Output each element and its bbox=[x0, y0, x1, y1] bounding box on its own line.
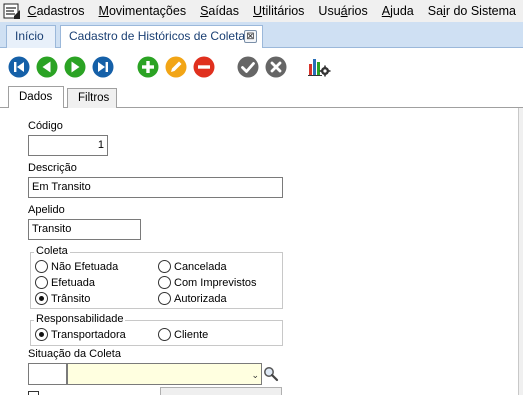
minus-icon bbox=[193, 56, 215, 78]
edit-button[interactable] bbox=[165, 56, 187, 78]
radio-autorizada[interactable]: Autorizada bbox=[158, 292, 227, 305]
confirm-button[interactable] bbox=[237, 56, 259, 78]
apelido-field[interactable]: Transito bbox=[28, 219, 141, 240]
radio-dot bbox=[158, 292, 171, 305]
menu-sair-do-sistema[interactable]: Sair do Sistema bbox=[421, 0, 523, 22]
form-panel: Código 1 Descrição Em Transito Apelido T… bbox=[0, 108, 519, 395]
add-button[interactable] bbox=[137, 56, 159, 78]
menu-usuarios[interactable]: Usuários bbox=[311, 0, 374, 22]
skip-back-icon bbox=[8, 56, 30, 78]
document-tab-strip: Início Cadastro de Históricos de Coletas… bbox=[0, 22, 523, 48]
radio-dot bbox=[158, 260, 171, 273]
tab-filtros[interactable]: Filtros bbox=[67, 88, 117, 108]
chart-gear-icon bbox=[308, 59, 331, 77]
situacao-combo[interactable]: ⌄ bbox=[67, 363, 262, 385]
cancel-button[interactable] bbox=[265, 56, 287, 78]
responsabilidade-group-title: Responsabilidade bbox=[34, 313, 126, 325]
first-record-button[interactable] bbox=[8, 56, 30, 78]
radio-transportadora[interactable]: Transportadora bbox=[35, 328, 126, 341]
radio-dot bbox=[158, 328, 171, 341]
x-icon bbox=[265, 56, 287, 78]
radio-dot-selected bbox=[35, 292, 48, 305]
search-icon[interactable] bbox=[263, 366, 279, 382]
menu-cadastros[interactable]: Cadastros bbox=[21, 0, 92, 22]
previous-record-button[interactable] bbox=[36, 56, 58, 78]
partial-button[interactable] bbox=[160, 387, 282, 395]
radio-cliente[interactable]: Cliente bbox=[158, 328, 208, 341]
descricao-label: Descrição bbox=[28, 162, 77, 174]
tab-cadastro-label: Cadastro de Históricos de Coletas bbox=[69, 29, 252, 43]
play-forward-icon bbox=[64, 56, 86, 78]
menu-bar: Cadastros Movimentações Saídas Utilitári… bbox=[0, 0, 523, 22]
play-back-icon bbox=[36, 56, 58, 78]
situacao-code-field[interactable] bbox=[28, 363, 67, 385]
pencil-icon bbox=[165, 56, 187, 78]
check-icon bbox=[237, 56, 259, 78]
chevron-down-icon[interactable]: ⌄ bbox=[251, 370, 259, 381]
tab-cadastro-historicos-coletas[interactable]: Cadastro de Históricos de Coletas ⊠ bbox=[60, 25, 263, 48]
coleta-group-title: Coleta bbox=[34, 245, 70, 257]
situacao-label: Situação da Coleta bbox=[28, 348, 121, 360]
tab-dados[interactable]: Dados bbox=[8, 86, 64, 109]
toolbar bbox=[0, 48, 523, 86]
menu-saidas[interactable]: Saídas bbox=[193, 0, 246, 22]
radio-dot bbox=[158, 276, 171, 289]
apelido-label: Apelido bbox=[28, 204, 65, 216]
radio-dot bbox=[35, 276, 48, 289]
checkbox[interactable] bbox=[28, 391, 39, 395]
close-tab-icon[interactable]: ⊠ bbox=[244, 30, 257, 43]
menu-utilitarios[interactable]: Utilitários bbox=[246, 0, 311, 22]
codigo-field[interactable]: 1 bbox=[28, 135, 108, 156]
radio-dot bbox=[35, 260, 48, 273]
app-logo-icon[interactable] bbox=[3, 2, 20, 20]
next-record-button[interactable] bbox=[64, 56, 86, 78]
skip-forward-icon bbox=[92, 56, 114, 78]
radio-nao-efetuada[interactable]: Não Efetuada bbox=[35, 260, 118, 273]
radio-efetuada[interactable]: Efetuada bbox=[35, 276, 95, 289]
radio-dot-selected bbox=[35, 328, 48, 341]
codigo-label: Código bbox=[28, 120, 63, 132]
radio-transito[interactable]: Trânsito bbox=[35, 292, 90, 305]
plus-icon bbox=[137, 56, 159, 78]
report-button[interactable] bbox=[307, 56, 331, 78]
last-record-button[interactable] bbox=[92, 56, 114, 78]
tab-inicio[interactable]: Início bbox=[6, 25, 56, 48]
inner-tab-strip: Dados Filtros bbox=[0, 86, 523, 109]
descricao-field[interactable]: Em Transito bbox=[28, 177, 283, 198]
delete-button[interactable] bbox=[193, 56, 215, 78]
radio-com-imprevistos[interactable]: Com Imprevistos bbox=[158, 276, 257, 289]
menu-ajuda[interactable]: Ajuda bbox=[375, 0, 421, 22]
radio-cancelada[interactable]: Cancelada bbox=[158, 260, 227, 273]
menu-movimentacoes[interactable]: Movimentações bbox=[92, 0, 194, 22]
